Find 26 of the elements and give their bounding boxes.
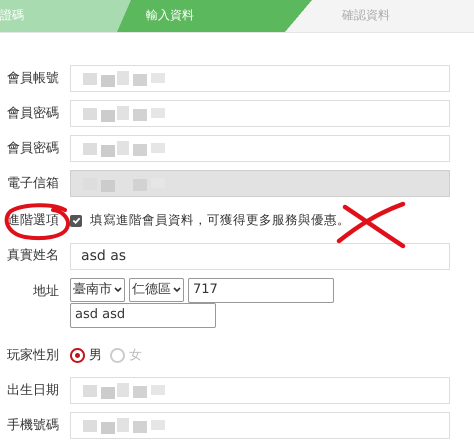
input-field[interactable] [70, 377, 450, 404]
input-field[interactable] [70, 135, 450, 162]
input-field[interactable]: asd asd [70, 302, 216, 328]
field-label: 會員密碼 [6, 140, 60, 158]
radio-label: 男 [89, 346, 102, 364]
input-field[interactable]: 717 [188, 278, 334, 302]
field-label: 玩家性別 [6, 346, 60, 364]
field-label: 出生日期 [6, 382, 60, 400]
checkbox[interactable] [70, 214, 82, 227]
dropdown[interactable]: 臺南市 [70, 278, 125, 302]
field-label: 手機號碼 [6, 416, 60, 435]
caret-icon [114, 287, 122, 293]
radio-button[interactable] [70, 348, 85, 363]
field-label: 電子信箱 [6, 174, 60, 193]
field-label: 地址 [32, 282, 60, 300]
field-label: 真實姓名 [6, 247, 60, 266]
input-field[interactable] [70, 100, 450, 127]
input-field[interactable] [70, 412, 450, 439]
caret-icon [173, 287, 181, 293]
input-field[interactable] [70, 65, 450, 92]
dropdown[interactable]: 仁德區 [129, 278, 184, 302]
field-label: 會員帳號 [6, 70, 60, 88]
input-field[interactable]: asd as [70, 242, 450, 270]
field-label: 會員密碼 [6, 104, 60, 123]
radio-label: 女 [129, 346, 142, 364]
checkbox-label: 填寫進階會員資料，可獲得更多服務與優惠。 [90, 211, 350, 230]
